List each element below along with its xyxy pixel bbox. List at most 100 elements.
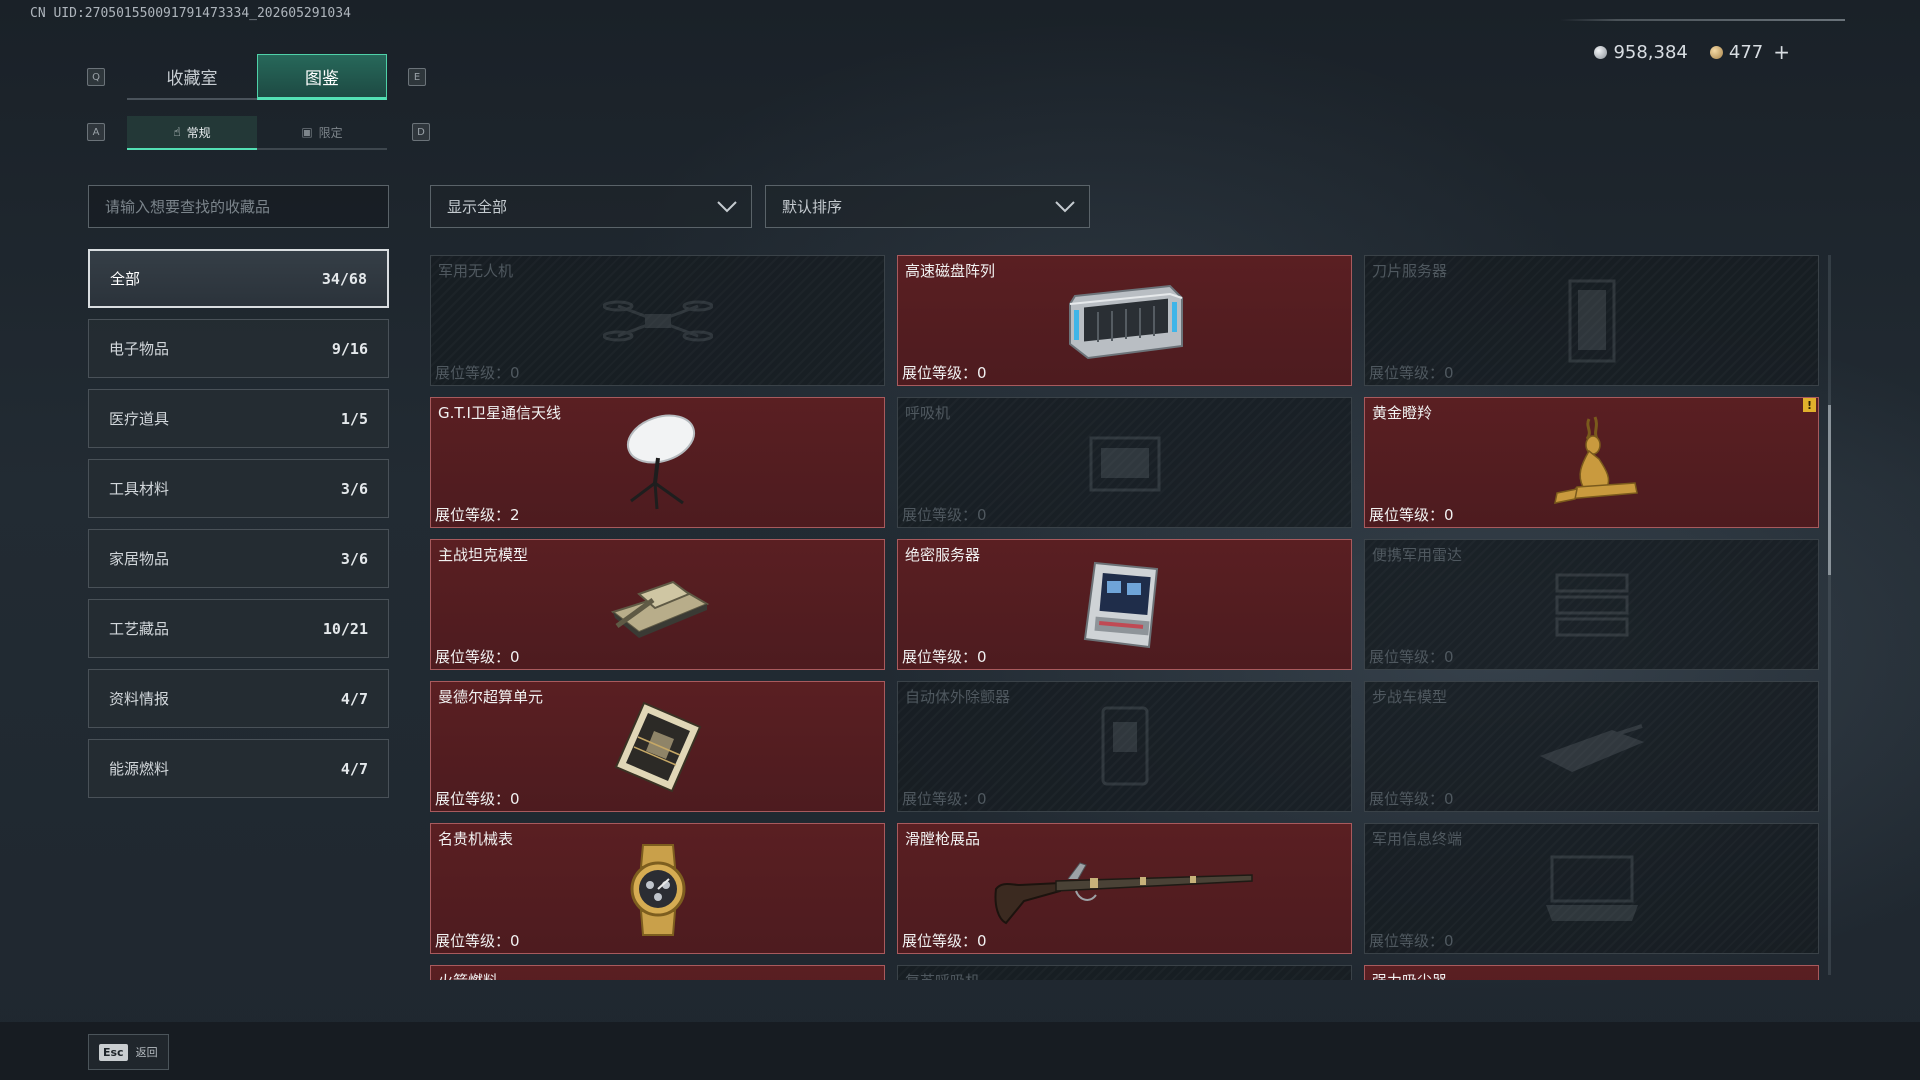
item-level: 展位等级：0 — [1369, 364, 1454, 382]
silver-amount: 958,384 — [1613, 41, 1688, 63]
silver-coin-icon — [1594, 45, 1608, 59]
category-count: 4/7 — [340, 689, 368, 708]
item-level: 展位等级：2 — [435, 506, 520, 524]
key-hint-d: D — [412, 123, 430, 141]
category-all[interactable]: 全部 34/68 — [88, 249, 389, 308]
item-card[interactable]: 滑膛枪展品 展位等级：0 — [897, 823, 1352, 954]
radar-icon — [1555, 573, 1628, 636]
item-level: 展位等级：0 — [1369, 506, 1454, 524]
item-grid: 军用无人机 展位等级：0 高速磁盘阵列 展位等级：0 刀片服务器 展位等级：0 — [430, 255, 1820, 980]
category-count: 10/21 — [322, 619, 368, 638]
chevron-down-icon — [717, 200, 737, 212]
tank-model-icon — [610, 580, 709, 638]
sort-dropdown-label: 默认排序 — [782, 198, 843, 216]
item-card[interactable]: 名贵机械表 展位等级：0 — [430, 823, 885, 954]
item-card[interactable]: 自动体外除颤器 展位等级：0 — [897, 681, 1352, 812]
item-name: 绝密服务器 — [905, 546, 981, 564]
server-icon — [1083, 561, 1158, 648]
category-count: 3/6 — [340, 549, 368, 568]
search-input[interactable] — [88, 185, 389, 228]
main-tabs: 收藏室 图鉴 — [127, 54, 387, 100]
category-label: 电子物品 — [109, 340, 170, 358]
item-name: 滑膛枪展品 — [905, 830, 981, 848]
category-list: 全部 34/68 电子物品 9/16 医疗道具 1/5 工具材料 3/6 家居物品 3/6… — [88, 249, 389, 809]
item-card[interactable]: ! 黄金瞪羚 展位等级：0 — [1364, 397, 1819, 528]
supercomputer-unit-icon — [614, 701, 701, 792]
category-label: 医疗道具 — [109, 410, 170, 428]
category-household[interactable]: 家居物品 3/6 — [88, 529, 389, 588]
tab-collection-room[interactable]: 收藏室 — [127, 54, 257, 100]
item-level: 展位等级：0 — [435, 790, 520, 808]
subtab-limited[interactable]: ▣ 限定 — [257, 116, 387, 150]
item-name: 自动体外除颤器 — [905, 688, 1011, 706]
subtab-regular[interactable]: ☝ 常规 — [127, 116, 257, 150]
item-level: 展位等级：0 — [1369, 648, 1454, 666]
category-count: 9/16 — [331, 339, 368, 358]
category-intel[interactable]: 资料情报 4/7 — [88, 669, 389, 728]
item-name: 呼吸机 — [905, 404, 951, 422]
silver-currency: 958,384 — [1594, 41, 1688, 63]
limited-icon: ▣ — [301, 125, 313, 139]
gold-amount: 477 — [1728, 41, 1764, 63]
key-hint-q: Q — [87, 68, 105, 86]
sub-tabs: ☝ 常规 ▣ 限定 — [127, 116, 387, 150]
item-name: 军用信息终端 — [1372, 830, 1463, 848]
gold-currency: 477 + — [1709, 40, 1790, 64]
category-label: 家居物品 — [109, 550, 170, 568]
item-level: 展位等级：0 — [902, 364, 987, 382]
item-card[interactable]: 步战车模型 展位等级：0 — [1364, 681, 1819, 812]
item-card[interactable]: G.T.I卫星通信天线 展位等级：2 — [430, 397, 885, 528]
tab-catalog[interactable]: 图鉴 — [257, 54, 387, 100]
musket-icon — [994, 861, 1253, 924]
item-level: 展位等级：0 — [902, 790, 987, 808]
category-electronics[interactable]: 电子物品 9/16 — [88, 319, 389, 378]
item-card[interactable]: 便携军用雷达 展位等级：0 — [1364, 539, 1819, 670]
item-card[interactable]: 复苏呼吸机 — [897, 965, 1352, 980]
item-card[interactable]: 主战坦克模型 展位等级：0 — [430, 539, 885, 670]
disk-array-icon — [1068, 284, 1183, 359]
watch-icon — [630, 843, 685, 936]
grid-scrollbar-thumb[interactable] — [1828, 405, 1831, 575]
item-card[interactable]: 军用信息终端 展位等级：0 — [1364, 823, 1819, 954]
item-card[interactable]: 强力吸尘器 — [1364, 965, 1819, 980]
satellite-dish-icon — [626, 414, 695, 509]
category-label: 工具材料 — [109, 480, 170, 498]
item-name: 曼德尔超算单元 — [438, 688, 544, 706]
item-card[interactable]: 刀片服务器 展位等级：0 — [1364, 255, 1819, 386]
sort-dropdown[interactable]: 默认排序 — [765, 185, 1090, 228]
category-crafts[interactable]: 工艺藏品 10/21 — [88, 599, 389, 658]
item-card[interactable]: 火箭燃料 — [430, 965, 885, 980]
item-name: 军用无人机 — [438, 262, 514, 280]
item-card[interactable]: 绝密服务器 展位等级：0 — [897, 539, 1352, 670]
back-button[interactable]: Esc 返回 — [88, 1034, 169, 1070]
key-hint-e: E — [408, 68, 426, 86]
item-name: 火箭燃料 — [438, 970, 498, 980]
item-name: 刀片服务器 — [1372, 262, 1448, 280]
item-level: 展位等级：0 — [435, 648, 520, 666]
grid-scrollbar[interactable] — [1828, 255, 1831, 975]
ifv-model-icon — [1539, 723, 1644, 772]
category-medical[interactable]: 医疗道具 1/5 — [88, 389, 389, 448]
chevron-down-icon — [1055, 200, 1075, 212]
category-label: 全部 — [110, 270, 141, 288]
item-card[interactable]: 曼德尔超算单元 展位等级：0 — [430, 681, 885, 812]
item-name: 名贵机械表 — [438, 830, 514, 848]
item-name: 复苏呼吸机 — [905, 970, 980, 980]
item-card[interactable]: 呼吸机 展位等级：0 — [897, 397, 1352, 528]
filter-dropdown[interactable]: 显示全部 — [430, 185, 752, 228]
back-label: 返回 — [135, 1046, 158, 1059]
item-card[interactable]: 高速磁盘阵列 展位等级：0 — [897, 255, 1352, 386]
item-level: 展位等级：0 — [902, 506, 987, 524]
drone-icon — [602, 300, 713, 341]
item-grid-viewport: 军用无人机 展位等级：0 高速磁盘阵列 展位等级：0 刀片服务器 展位等级：0 — [430, 255, 1820, 980]
item-name: 高速磁盘阵列 — [905, 262, 996, 280]
add-currency-button[interactable]: + — [1773, 40, 1790, 64]
esc-key-hint: Esc — [99, 1043, 128, 1061]
category-count: 1/5 — [340, 409, 368, 428]
item-level: 展位等级：0 — [902, 648, 987, 666]
category-energy[interactable]: 能源燃料 4/7 — [88, 739, 389, 798]
item-card[interactable]: 军用无人机 展位等级：0 — [430, 255, 885, 386]
item-name: 主战坦克模型 — [438, 546, 529, 564]
hand-icon: ☝ — [173, 125, 181, 139]
category-tools[interactable]: 工具材料 3/6 — [88, 459, 389, 518]
